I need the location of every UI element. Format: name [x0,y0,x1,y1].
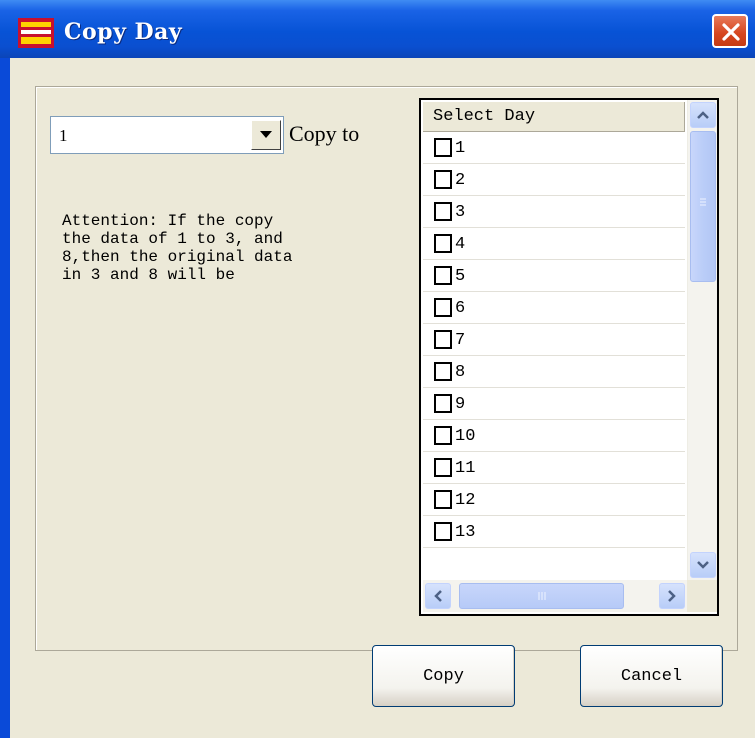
list-column-header[interactable]: Select Day [423,102,685,132]
day-rows: 1 2 3 4 5 6 7 8 9 10 11 12 13 [423,132,685,580]
list-item[interactable]: 7 [423,324,685,356]
list-item[interactable]: 4 [423,228,685,260]
chevron-down-icon [697,561,709,569]
list-item[interactable]: 13 [423,516,685,548]
day-label: 9 [455,395,466,414]
chevron-down-icon [260,131,272,138]
list-item[interactable]: 5 [423,260,685,292]
day-label: 11 [455,459,476,478]
list-item[interactable]: 3 [423,196,685,228]
day-label: 3 [455,203,466,222]
scrollbar-corner [687,580,717,612]
copy-button[interactable]: Copy [372,645,515,707]
day-checkbox[interactable] [434,138,452,157]
cancel-button[interactable]: Cancel [580,645,723,707]
chevron-left-icon [434,590,442,602]
day-checkbox[interactable] [434,458,452,477]
chevron-up-icon [697,111,709,119]
list-item[interactable]: 9 [423,388,685,420]
day-checkbox[interactable] [434,522,452,541]
grip-icon [700,198,706,206]
source-day-value: 1 [59,126,68,145]
cancel-button-label: Cancel [620,667,683,686]
scroll-up-button[interactable] [690,102,716,128]
horizontal-scroll-thumb[interactable] [459,583,624,609]
copy-day-window: Copy Day 1 Copy to Attention: If the cop… [0,0,755,738]
source-day-combo[interactable]: 1 [50,116,284,154]
day-checkbox[interactable] [434,426,452,445]
vertical-scroll-thumb[interactable] [690,131,716,282]
list-item[interactable]: 6 [423,292,685,324]
day-checkbox[interactable] [434,266,452,285]
chevron-right-icon [668,590,676,602]
day-label: 13 [455,523,476,542]
day-checkbox[interactable] [434,234,452,253]
day-label: 1 [455,139,466,158]
day-label: 12 [455,491,476,510]
app-icon [18,18,54,48]
day-checkbox[interactable] [434,170,452,189]
dialog-body: 1 Copy to Attention: If the copy the dat… [10,58,755,738]
list-item[interactable]: 2 [423,164,685,196]
grip-icon [538,592,546,600]
close-button[interactable] [712,14,748,48]
combo-dropdown-button[interactable] [251,120,281,150]
title-bar[interactable]: Copy Day [0,0,755,58]
select-day-list[interactable]: Select Day 1 2 3 4 5 6 7 8 9 10 11 12 13 [419,98,719,616]
day-label: 6 [455,299,466,318]
day-checkbox[interactable] [434,490,452,509]
window-title: Copy Day [64,19,183,45]
day-label: 2 [455,171,466,190]
close-icon [722,23,740,41]
list-item[interactable]: 10 [423,420,685,452]
day-label: 4 [455,235,466,254]
scroll-left-button[interactable] [425,583,451,609]
column-header-label: Select Day [433,107,536,126]
day-label: 7 [455,331,466,350]
copy-button-label: Copy [423,667,464,686]
day-checkbox[interactable] [434,330,452,349]
scroll-down-button[interactable] [690,552,716,578]
vertical-scrollbar[interactable] [687,100,717,580]
scroll-right-button[interactable] [659,583,685,609]
day-label: 5 [455,267,466,286]
day-checkbox[interactable] [434,394,452,413]
list-item[interactable]: 11 [423,452,685,484]
list-item[interactable]: 8 [423,356,685,388]
list-item[interactable]: 12 [423,484,685,516]
day-checkbox[interactable] [434,298,452,317]
horizontal-scrollbar[interactable] [423,580,687,612]
day-label: 10 [455,427,476,446]
list-item[interactable]: 1 [423,132,685,164]
copy-to-label: Copy to [289,121,360,146]
day-checkbox[interactable] [434,362,452,381]
day-label: 8 [455,363,466,382]
day-checkbox[interactable] [434,202,452,221]
attention-note: Attention: If the copy the data of 1 to … [62,212,293,284]
